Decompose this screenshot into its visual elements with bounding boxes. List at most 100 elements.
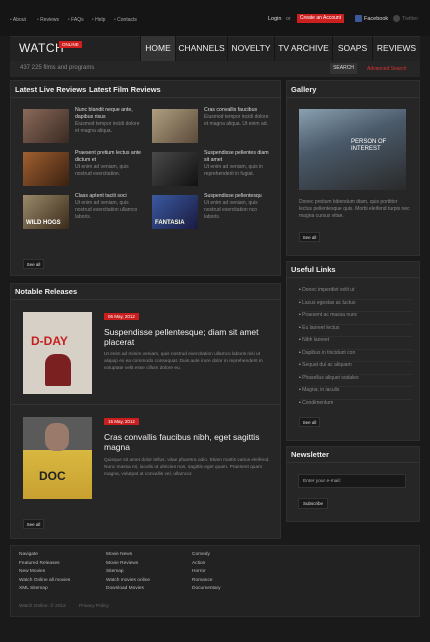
facebook-icon[interactable] [355,15,362,22]
review-thumb-5[interactable]: WILD HOGS [23,195,69,229]
review-thumb-6[interactable]: FANTASIA [152,195,198,229]
review-title-1[interactable]: Nunc blandit neque ante, dapibus risus [75,107,145,121]
review-title-4[interactable]: Suspendisse pellentes diam sit amet [204,150,274,164]
nav-home[interactable]: HOME [140,36,175,61]
search-button[interactable]: SEARCH [330,63,357,74]
footer-link[interactable]: Movie Reviews [106,560,150,569]
divider [10,404,281,405]
divider [286,97,420,98]
review-thumb-2[interactable] [152,109,198,143]
footer-link[interactable]: New Movies [19,568,70,577]
useful-link-3[interactable]: Praesent ac massa nunc [299,312,412,325]
gallery-text: Donec pretium bibendum diam, quis portti… [299,199,410,219]
footer-link[interactable]: Download Movies [106,585,150,594]
divider [10,299,281,300]
release-date-2: 15 May, 2012 [104,418,139,425]
footer-link[interactable]: Action [192,560,221,569]
review-thumb-4[interactable] [152,152,198,186]
facebook-link[interactable]: Facebook [364,16,388,22]
footer-link[interactable]: Documentary [192,585,221,594]
release-poster-1-figure [45,354,71,386]
review-text-6: Ut enim ad veniam, quis nostrud exercita… [204,200,258,220]
review-title-3[interactable]: Praesent pretium lectus ante dictum et [75,150,145,164]
create-account-button[interactable]: Create an Account [297,14,344,23]
review-thumb-3[interactable] [23,152,69,186]
release-text-1: Ut enim ad minim veniam, quis nostrud ex… [104,352,263,371]
release-title-2[interactable]: Cras convallis faucibus nibh, eget sagit… [104,432,269,452]
useful-link-5[interactable]: Nibh laoreet [299,337,412,350]
footer-link[interactable]: Watch movies online [106,577,150,586]
useful-links-see-all-button[interactable]: See all [299,417,320,427]
latest-live-reviews-tab[interactable]: Latest Live Reviews [15,85,86,94]
useful-link-9[interactable]: Magna; in iaculis [299,387,412,400]
subscribe-button[interactable]: Subscribe [298,498,328,509]
useful-link-8[interactable]: Phasellus aliquet sodales [299,375,412,387]
footer-link[interactable]: Comedy [192,551,221,560]
or-text: or [286,16,291,22]
footer-link[interactable]: Horror [192,568,221,577]
review-title-5[interactable]: Class aptent taciti soci [75,193,145,200]
useful-link-2[interactable]: Lacus egestas ac luctus [299,300,412,312]
gallery-see-all-button[interactable]: See all [299,232,320,242]
search-input[interactable]: 437 225 films and programs [20,65,94,71]
review-title-6[interactable]: Suspendisse pellentesqu [204,193,274,200]
useful-link-1[interactable]: Donec imperdiet velit ut [299,287,412,300]
top-link-reviews[interactable]: Reviews [37,17,59,23]
latest-film-reviews-tab[interactable]: Latest Film Reviews [89,85,161,94]
logo-text[interactable]: WATCH [19,41,64,55]
copyright-text: Watch Online. © 2012 [19,604,66,609]
review-text-5: Ut enim ad veniam, quis nostrud exercita… [75,200,138,220]
review-title-2[interactable]: Cras convallis faucibus [204,107,274,114]
footer-link[interactable]: Romance [192,577,221,586]
twitter-icon[interactable] [393,15,400,22]
useful-link-4[interactable]: Eu laoreet lectus [299,325,412,337]
top-link-faqs[interactable]: FAQs [68,17,84,23]
notable-see-all-button[interactable]: See all [23,519,44,529]
release-poster-2[interactable]: DOC [23,417,92,499]
release-poster-1[interactable]: D-DAY [23,312,92,394]
footer-link[interactable]: Navigate [19,551,70,560]
divider [286,462,420,463]
top-link-contacts[interactable]: Contacts [114,17,137,23]
thumb-label-5: WILD HOGS [26,220,61,226]
gallery-heading: Gallery [291,85,317,94]
release-poster-2-title: DOC [39,469,66,483]
nav-soaps[interactable]: SOAPS [332,36,372,61]
nav-novelty[interactable]: NOVELTY [227,36,274,61]
useful-links-heading: Useful Links [291,265,336,274]
newsletter-email-input[interactable]: Enter your e-mail: [298,474,406,488]
twitter-link[interactable]: Twitter [402,16,418,22]
footer-link[interactable]: Sitemap [106,568,150,577]
advanced-search-link[interactable]: Advanced Search [367,66,406,72]
footer-link[interactable]: XML Sitemap [19,585,70,594]
review-text-2: Eiusmod tempor incidi dolore et magna al… [204,114,269,127]
footer-link[interactable]: Featured Releases [19,560,70,569]
footer-col-1: Navigate Featured Releases New Movies Wa… [19,551,70,594]
footer-col-3: Comedy Action Horror Romance Documentary [192,551,221,594]
gallery-poster-title: PERSON OF INTEREST [351,139,387,152]
release-date-1: 06 May, 2012 [104,313,139,320]
release-poster-1-title: D-DAY [31,334,68,348]
top-link-help[interactable]: Help [92,17,105,23]
review-text-4: Ut enim ad veniam, quis in reprehenderit… [204,164,263,177]
login-link[interactable]: Login [268,16,281,22]
notable-releases-heading: Notable Releases [15,287,78,296]
divider [10,97,281,98]
footer-link[interactable]: Watch Online all movies [19,577,70,586]
nav-tv-archive[interactable]: TV ARCHIVE [274,36,332,61]
footer-col-2: Movie News Movie Reviews Sitemap Watch m… [106,551,150,594]
privacy-policy-link[interactable]: Privacy Policy [79,604,109,609]
release-text-2: Quisque sit amet dolor tellus, vitae pha… [104,458,270,477]
gallery-image[interactable]: PERSON OF INTEREST [299,109,406,190]
useful-link-7[interactable]: Sequat dui ac aliquam [299,362,412,375]
logo-badge: ONLINE [59,41,82,48]
useful-link-10[interactable]: Condimentum [299,400,412,413]
top-link-about[interactable]: About [10,17,26,23]
footer-link[interactable]: Movie News [106,551,150,560]
nav-channels[interactable]: CHANNELS [175,36,227,61]
reviews-see-all-button[interactable]: See all [23,259,44,269]
nav-reviews[interactable]: REVIEWS [372,36,420,61]
review-thumb-1[interactable] [23,109,69,143]
useful-link-6[interactable]: Dapibus in tincidunt con [299,350,412,362]
release-title-1[interactable]: Suspendisse pellentesque; diam sit amet … [104,327,269,347]
